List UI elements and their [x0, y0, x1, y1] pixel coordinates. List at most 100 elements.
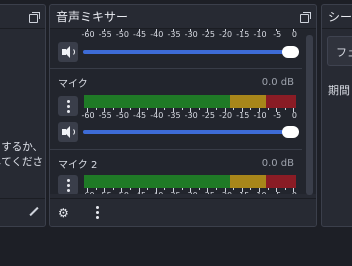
meter-tick-minor: [147, 188, 149, 190]
mixer-title: 音声ミキサー: [56, 10, 129, 24]
volume-meter: -60-55-50-45-40-35-30-25-20-15-10-50: [81, 29, 297, 41]
meter-tick-label: -15: [236, 111, 250, 120]
meter-bar: [84, 175, 296, 188]
meter-tick-label: -60: [81, 111, 95, 120]
left-dock-footer: [0, 198, 45, 226]
meter-tick-label: -45: [133, 111, 147, 120]
meter-tick-label: -10: [253, 30, 267, 39]
meter-tick-minor: [112, 188, 114, 190]
undock-icon[interactable]: [29, 11, 40, 23]
meter-tick-minor: [267, 108, 269, 110]
meter-tick-label: -5: [273, 111, 282, 120]
left-text-line-1: するか、: [1, 141, 43, 153]
meter-tick-label: -60: [81, 191, 94, 194]
meter-tick-label: 0: [291, 111, 297, 120]
advanced-audio-settings-gear-icon[interactable]: ⚙: [58, 207, 70, 219]
meter-tick-label: 0: [291, 30, 297, 39]
meter-tick-minor: [250, 108, 252, 110]
meter-tick-label: -50: [115, 111, 129, 120]
meter-tick-minor: [198, 188, 200, 190]
meter-tick-minor: [233, 188, 235, 190]
meter-tick-label: -5: [273, 30, 282, 39]
left-text-line-2: してくださ: [0, 156, 43, 168]
channel-level: 0.0 dB: [261, 157, 294, 169]
meter-tick-minor: [267, 188, 269, 190]
mixer-header: 音声ミキサー: [50, 5, 316, 29]
meter-tick-label: -15: [236, 30, 250, 39]
meter-tick-label: -20: [219, 111, 233, 120]
right-dock-header: シー: [322, 5, 352, 29]
volume-slider-track: [83, 130, 291, 134]
volume-slider[interactable]: [83, 126, 299, 138]
meter-tick-label: -25: [201, 111, 215, 120]
edit-icon[interactable]: [29, 206, 39, 217]
meter-tick-label: -25: [201, 30, 215, 39]
mixer-scrollbar[interactable]: [306, 35, 313, 195]
left-dock-header: [0, 5, 45, 29]
meter-tick-label: -20: [219, 30, 233, 39]
meter-tick-minor: [147, 108, 149, 110]
meter-tick-minor: [284, 188, 286, 190]
meter-tick-minor: [95, 108, 97, 110]
meter-tick-minor: [164, 108, 166, 110]
volume-slider-handle[interactable]: [282, 126, 299, 138]
meter-tick-label: -50: [116, 191, 129, 194]
volume-slider-track: [83, 50, 291, 54]
meter-tick-label: -30: [184, 111, 198, 120]
mixer-menu-icon[interactable]: [96, 206, 100, 220]
meter-scale: -60-55-50-45-40-35-30-25-20-15-10-50: [81, 29, 297, 41]
meter-tick-minor: [181, 188, 183, 190]
meter-tick-label: -30: [184, 30, 198, 39]
channel-level: 0.0 dB: [261, 76, 294, 88]
meter-tick-label: -15: [236, 191, 249, 194]
audio-mixer-dock: 音声ミキサー -60 -55 -50 -45 -40 -35 -30 -25 -20 -15 -10…: [49, 4, 317, 227]
meter-tick-minor: [164, 188, 166, 190]
meter-tick-minor: [112, 108, 114, 110]
volume-slider-handle[interactable]: [282, 46, 299, 58]
undock-icon[interactable]: [300, 11, 311, 23]
mixer-channel: マイク 0.0 dB -60 -55 -50 -45 -40 -35 -30 -25 -20 -1…: [50, 72, 302, 142]
scrollbar-thumb[interactable]: [306, 35, 313, 195]
meter-tick-label: -55: [98, 30, 112, 39]
meter-tick-minor: [130, 188, 131, 190]
mixer-channel-list: -60 -55 -50 -45 -40 -35 -30 -25 -20 -15 -10 -5 0 マイク…: [50, 29, 316, 194]
meter-tick-minor: [198, 108, 200, 110]
meter-bar: [84, 95, 296, 108]
meter-scale: -60-55-50-45-40-35-30-25-20-15-10-50: [81, 188, 297, 194]
mixer-channel: マイク 2 0.0 dB -60-55-50-45-40-35-30-25-20…: [50, 153, 302, 194]
meter-tick-label: -55: [99, 191, 112, 194]
meter-tick-minor: [250, 188, 252, 190]
meter-tick-label: -30: [185, 191, 198, 194]
channel-menu-icon[interactable]: [58, 96, 78, 116]
mute-speaker-icon[interactable]: [58, 122, 78, 142]
channel-name: マイク 2: [58, 159, 98, 171]
meter-tick-label: -20: [219, 191, 232, 194]
transition-select[interactable]: フェ: [327, 36, 352, 66]
channel-name: マイク: [58, 78, 88, 90]
meter-tick-minor: [181, 108, 183, 110]
meter-tick-label: -10: [253, 111, 267, 120]
meter-tick-label: -40: [150, 111, 164, 120]
meter-tick-label: -55: [98, 111, 112, 120]
channel-menu-icon[interactable]: [58, 175, 78, 194]
duration-label: 期間: [328, 84, 350, 97]
mute-speaker-icon[interactable]: [58, 42, 78, 62]
meter-tick-label: -45: [133, 30, 147, 39]
meter-tick-label: -35: [167, 111, 181, 120]
right-dock-title: シー: [328, 10, 352, 24]
volume-slider[interactable]: [83, 46, 299, 58]
meter-tick-label: -50: [115, 30, 129, 39]
meter-tick-label: -25: [202, 191, 215, 194]
volume-meter: -60-55-50-45-40-35-30-25-20-15-10-50: [81, 95, 297, 122]
meter-tick-label: -60: [81, 30, 95, 39]
meter-tick-label: 0: [292, 191, 297, 194]
meter-scale: -60-55-50-45-40-35-30-25-20-15-10-50: [81, 108, 297, 122]
meter-tick-label: -5: [273, 191, 281, 194]
left-dock: するか、 してくださ: [0, 4, 46, 227]
meter-tick-minor: [216, 188, 217, 190]
meter-tick-label: -10: [253, 191, 266, 194]
channel-header: マイク 2 0.0 dB: [50, 153, 302, 173]
left-dock-body: するか、 してくださ: [0, 29, 45, 226]
meter-tick-minor: [95, 188, 97, 190]
volume-meter: -60-55-50-45-40-35-30-25-20-15-10-50: [81, 175, 297, 194]
